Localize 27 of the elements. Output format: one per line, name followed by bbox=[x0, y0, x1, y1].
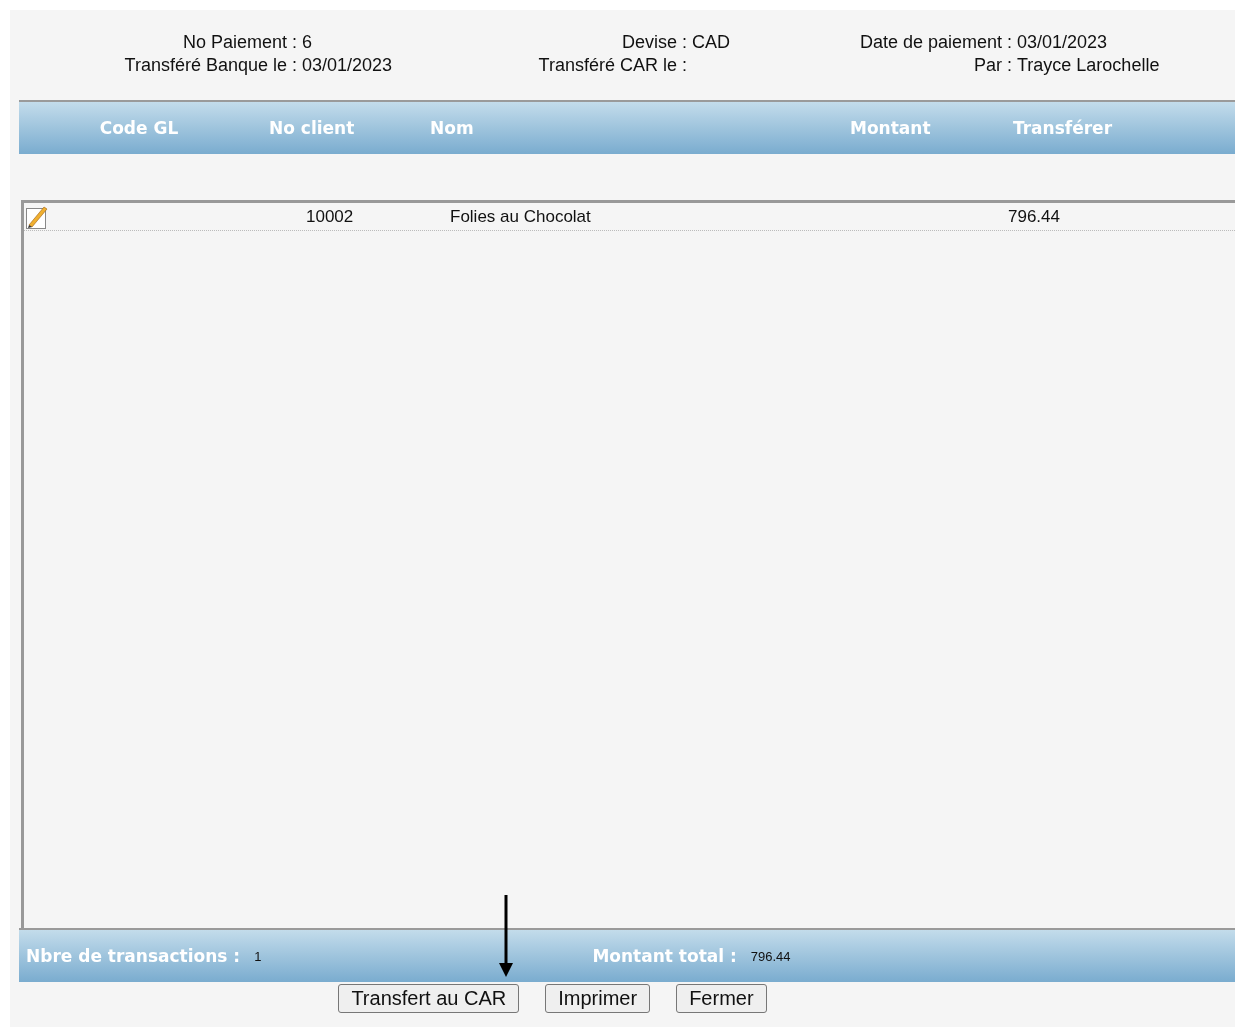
column-header: Nom bbox=[430, 118, 475, 138]
info-label: Transféré CAR le : bbox=[537, 55, 688, 77]
total-label: Montant total : bbox=[592, 946, 737, 966]
total-value: 796.44 bbox=[750, 948, 791, 964]
info-label: Transféré Banque le : bbox=[123, 55, 298, 77]
action-button[interactable]: Transfert au CAR bbox=[338, 984, 520, 1013]
info-label: No Paiement : bbox=[181, 32, 298, 54]
info-value: 6 bbox=[302, 32, 313, 54]
column-header: No client bbox=[269, 118, 356, 138]
info-value: Trayce Larochelle bbox=[1017, 55, 1161, 77]
column-header: Transférer bbox=[1013, 118, 1114, 138]
table-cell-text: 10002 bbox=[306, 206, 355, 227]
info-label: Par : bbox=[973, 55, 1013, 77]
count-label: Nbre de transactions : bbox=[26, 946, 241, 966]
info-value: 03/01/2023 bbox=[302, 55, 394, 77]
pencil-icon[interactable] bbox=[26, 204, 48, 229]
action-button[interactable]: Fermer bbox=[676, 984, 767, 1013]
column-header: Montant bbox=[850, 118, 932, 138]
info-value: CAD bbox=[692, 32, 731, 54]
count-value: 1 bbox=[254, 948, 262, 964]
info-label: Date de paiement : bbox=[858, 32, 1013, 54]
table-cell-text: 796.44 bbox=[1007, 206, 1060, 227]
action-button[interactable]: Imprimer bbox=[545, 984, 651, 1013]
info-label: Devise : bbox=[620, 32, 688, 54]
table-cell-text: Folies au Chocolat bbox=[450, 206, 592, 227]
info-value: 03/01/2023 bbox=[1017, 32, 1109, 54]
column-header: Code GL bbox=[98, 118, 180, 138]
